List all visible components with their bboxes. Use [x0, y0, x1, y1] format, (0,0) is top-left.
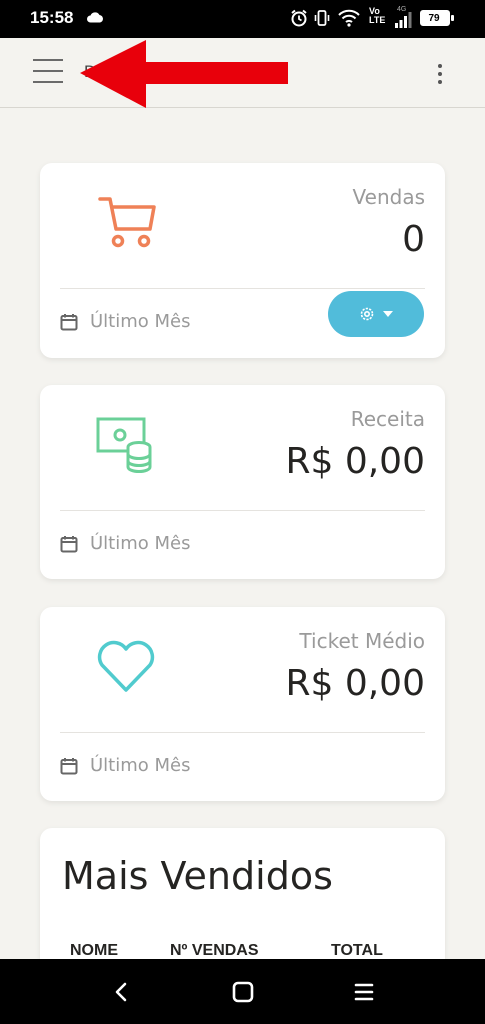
home-button[interactable]: [228, 977, 258, 1007]
settings-dropdown-button[interactable]: [328, 291, 424, 337]
more-options-button[interactable]: [430, 60, 450, 88]
cloud-icon: [87, 12, 103, 23]
network-type: Vo LTE: [369, 6, 386, 25]
revenue-period: Último Mês: [90, 533, 191, 554]
average-ticket-footer: Último Mês: [60, 755, 191, 776]
average-ticket-card: Ticket Médio R$ 0,00 Último Mês: [40, 607, 445, 801]
card-divider: [60, 288, 425, 289]
shopping-cart-icon: [98, 197, 156, 248]
card-divider: [60, 732, 425, 733]
heart-icon: [97, 640, 155, 692]
battery-tip: [451, 15, 454, 21]
revenue-value: R$ 0,00: [285, 441, 425, 482]
hamburger-menu-button[interactable]: [33, 59, 67, 87]
average-ticket-period: Último Mês: [90, 755, 191, 776]
recent-apps-button[interactable]: [349, 977, 379, 1007]
column-header-total: TOTAL: [331, 942, 383, 959]
battery-icon: 79: [420, 10, 450, 26]
status-bar: 15:58 Vo LTE 4G 79: [0, 0, 485, 38]
calendar-icon: [60, 757, 78, 774]
calendar-icon: [60, 313, 78, 330]
wifi-icon: [338, 9, 360, 27]
caret-down-icon: [383, 311, 393, 317]
status-time: 15:58: [30, 8, 74, 27]
sales-label: Vendas: [352, 185, 425, 209]
column-header-sales-count: Nº VENDAS: [170, 942, 259, 959]
revenue-label: Receita: [350, 407, 425, 431]
vibrate-icon: [314, 10, 330, 26]
sales-value: 0: [402, 219, 425, 260]
average-ticket-value: R$ 0,00: [285, 663, 425, 704]
sales-period: Último Mês: [90, 311, 191, 332]
red-arrow-annotation: [80, 40, 288, 108]
revenue-card: Receita R$ 0,00 Último Mês: [40, 385, 445, 579]
alarm-icon: [291, 9, 307, 27]
sales-card: Vendas 0 Último Mês: [40, 163, 445, 358]
revenue-footer: Último Mês: [60, 533, 191, 554]
average-ticket-label: Ticket Médio: [299, 629, 425, 653]
money-coins-icon: [96, 417, 152, 473]
sales-footer: Último Mês: [60, 311, 191, 332]
card-divider: [60, 510, 425, 511]
back-button[interactable]: [106, 977, 136, 1007]
calendar-icon: [60, 535, 78, 552]
system-nav-bar: [0, 959, 485, 1024]
signal-icon: [395, 12, 412, 28]
top-sellers-title: Mais Vendidos: [62, 854, 333, 898]
battery-level: 79: [428, 13, 440, 24]
column-header-name: NOME: [70, 942, 118, 959]
gear-icon: [360, 307, 374, 321]
